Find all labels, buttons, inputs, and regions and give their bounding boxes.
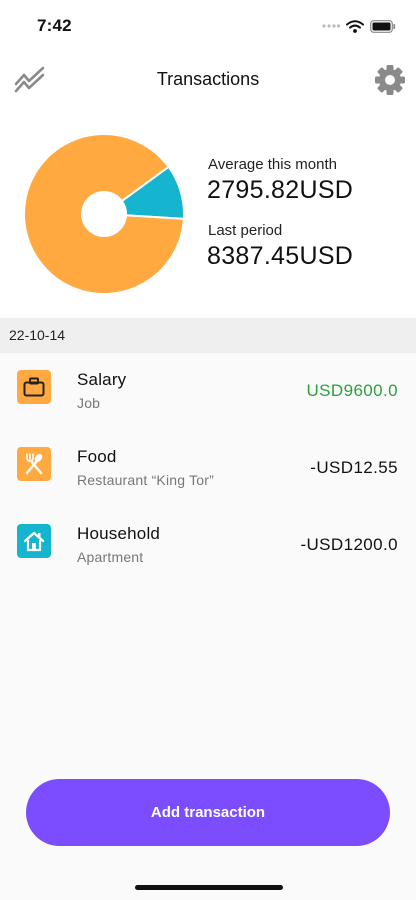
transaction-list: Salary Job USD9600.0 Food Restaurant “Ki… [0,353,416,584]
last-period-value: 8387.45USD [207,242,354,270]
date-group-header: 22-10-14 [0,318,416,353]
transaction-row[interactable]: Food Restaurant “King Tor” -USD12.55 [0,430,416,507]
briefcase-icon [17,370,51,404]
home-indicator [135,885,283,890]
nav-bar: Transactions [0,52,416,108]
signal-icon [322,24,340,28]
donut-chart [23,133,185,295]
last-period-label: Last period [208,222,283,239]
transaction-row[interactable]: Salary Job USD9600.0 [0,353,416,430]
utensils-icon [17,447,51,481]
wifi-icon [346,19,364,33]
status-icons [322,16,396,36]
transaction-row[interactable]: Household Apartment -USD1200.0 [0,507,416,584]
average-label: Average this month [208,156,337,173]
transaction-amount: -USD12.55 [310,458,398,477]
transaction-title: Household [77,524,161,543]
date-group-label: 22-10-14 [9,327,66,343]
gear-icon[interactable] [374,64,406,96]
transaction-subtitle: Job [77,395,101,411]
transaction-subtitle: Apartment [77,549,144,565]
transaction-subtitle: Restaurant “King Tor” [77,472,215,488]
average-value: 2795.82USD [207,176,354,204]
transaction-title: Salary [77,370,127,389]
add-transaction-button[interactable]: Add transaction [26,779,390,846]
house-icon [17,524,51,558]
status-bar: 7:42 [0,0,416,52]
transaction-title: Food [77,447,117,466]
transaction-amount: -USD1200.0 [300,535,398,554]
summary-panel: Average this month 2795.82USD Last perio… [0,108,416,318]
page-title: Transactions [156,69,260,89]
battery-icon [370,19,396,33]
status-time: 7:42 [37,16,72,35]
transaction-amount: USD9600.0 [306,381,398,400]
